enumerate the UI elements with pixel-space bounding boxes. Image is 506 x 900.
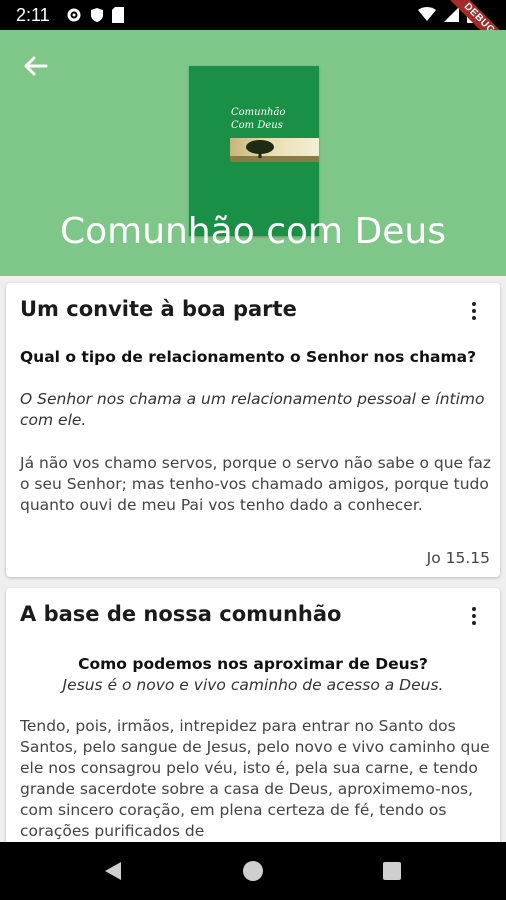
book-cover-title-line2: Com Deus (231, 120, 283, 131)
more-vert-button[interactable] (464, 605, 484, 627)
signal-icon (444, 7, 459, 23)
verse-text: Tendo, pois, irmãos, intrepidez para ent… (20, 717, 490, 840)
nav-recents-icon[interactable] (383, 862, 401, 880)
status-bar: 2:11 (0, 0, 506, 30)
book-cover-title: Comunhão Com Deus (231, 106, 316, 132)
verse-text: Já não vos chamo servos, porque o servo … (20, 454, 492, 514)
wifi-icon (418, 7, 436, 23)
arrow-back-icon (20, 56, 52, 86)
sd-card-icon (112, 7, 124, 23)
verse-reference: Jo 15.15 (426, 549, 490, 567)
gear-icon (66, 7, 82, 23)
answer-text: O Senhor nos chama a um relacionamento p… (20, 390, 485, 429)
card-title: A base de nossa comunhão (20, 602, 342, 626)
navigation-bar (0, 842, 506, 900)
question-text: Qual o tipo de relacionamento o Senhor n… (20, 348, 477, 366)
status-icons-left (66, 7, 124, 23)
app-header: Comunhão Com Deus Comunhão com Deus (0, 30, 506, 276)
card-title: Um convite à boa parte (20, 297, 297, 321)
question-text: Como podemos nos aproximar de Deus? (78, 655, 428, 673)
answer-text: Jesus é o novo e vivo caminho de acesso … (62, 676, 444, 694)
nav-back-icon[interactable] (103, 861, 123, 886)
book-cover-title-line1: Comunhão (231, 107, 286, 118)
more-vert-button[interactable] (464, 300, 484, 322)
back-button[interactable] (20, 50, 52, 82)
lesson-card[interactable]: Um convite à boa parte Qual o tipo de re… (6, 283, 500, 577)
page-title: Comunhão com Deus (60, 211, 446, 252)
nav-home-icon[interactable] (243, 861, 263, 881)
shield-icon (90, 7, 104, 23)
status-time: 2:11 (16, 5, 50, 25)
book-cover-tree-image (230, 138, 319, 162)
